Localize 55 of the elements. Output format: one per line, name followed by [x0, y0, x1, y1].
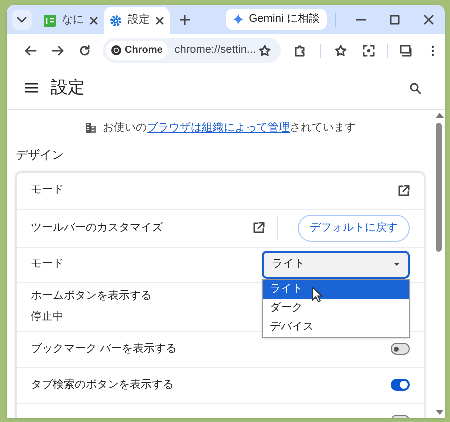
page-title: 設定: [51, 77, 85, 100]
chrome-logo-icon: [111, 45, 122, 56]
setting-label: モード: [31, 257, 64, 272]
building-icon: [85, 122, 97, 134]
browser-tab[interactable]: なに: [38, 7, 104, 34]
gemini-button[interactable]: Gemini に相談: [226, 9, 327, 30]
gear-icon: [110, 14, 122, 26]
mouse-pointer-icon: [312, 286, 323, 302]
address-bar[interactable]: Chrome chrome://settin...: [103, 38, 281, 63]
star-icon[interactable]: [259, 44, 271, 56]
setting-sublabel: 停止中: [31, 310, 65, 324]
reset-button[interactable]: デフォルトに戻す: [298, 214, 410, 242]
tab-list-button[interactable]: [12, 10, 32, 30]
tab-title: 設定: [128, 12, 150, 28]
dropdown-option[interactable]: デバイス: [263, 318, 409, 336]
setting-label: モード: [31, 183, 64, 198]
close-icon[interactable]: [156, 16, 164, 24]
search-icon[interactable]: [410, 82, 421, 94]
setting-label: タブ検索のボタンを表示する: [31, 378, 174, 393]
plus-icon[interactable]: [180, 14, 190, 24]
lens-icon[interactable]: [363, 44, 375, 56]
close-icon[interactable]: [90, 16, 98, 24]
dropdown-option[interactable]: ライト: [263, 280, 409, 298]
more-icon[interactable]: [431, 44, 435, 56]
mode-dropdown[interactable]: ライト: [262, 250, 410, 278]
gemini-label: Gemini に相談: [249, 12, 320, 28]
tab-title: なに: [62, 13, 84, 28]
section-title: デザイン: [16, 146, 65, 164]
back-icon[interactable]: [25, 44, 37, 56]
external-link-icon[interactable]: [398, 184, 410, 196]
external-link-icon[interactable]: [253, 222, 265, 234]
app-icon: [44, 14, 56, 26]
managed-notice: お使いのブラウザは組織によって管理されています: [103, 120, 356, 136]
puzzle-icon[interactable]: [294, 44, 306, 56]
forward-icon[interactable]: [52, 44, 64, 56]
chevron-down-icon: [17, 16, 27, 22]
toggle-switch[interactable]: [391, 343, 410, 355]
browser-tab[interactable]: 設定: [104, 7, 170, 34]
reload-icon[interactable]: [79, 44, 91, 56]
maximize-icon[interactable]: [390, 14, 400, 24]
managed-link[interactable]: ブラウザは組織によって管理: [147, 122, 290, 134]
url-text: chrome://settin...: [174, 43, 258, 58]
caret-icon: [394, 263, 400, 266]
star-list-icon[interactable]: [335, 44, 347, 56]
chrome-chip[interactable]: Chrome: [106, 41, 168, 60]
monitor-icon[interactable]: [400, 44, 413, 56]
close-icon[interactable]: [424, 14, 434, 24]
setting-label: ホームボタンを表示する: [31, 289, 152, 304]
setting-label: ツールバーのカスタマイズ: [31, 220, 163, 236]
chip-label: Chrome: [125, 44, 163, 58]
dropdown-option[interactable]: ダーク: [263, 298, 409, 318]
menu-icon[interactable]: [25, 83, 38, 93]
sparkle-icon: [233, 14, 244, 25]
setting-label: ブックマーク バーを表示する: [31, 342, 178, 357]
toggle-switch[interactable]: [391, 379, 410, 391]
